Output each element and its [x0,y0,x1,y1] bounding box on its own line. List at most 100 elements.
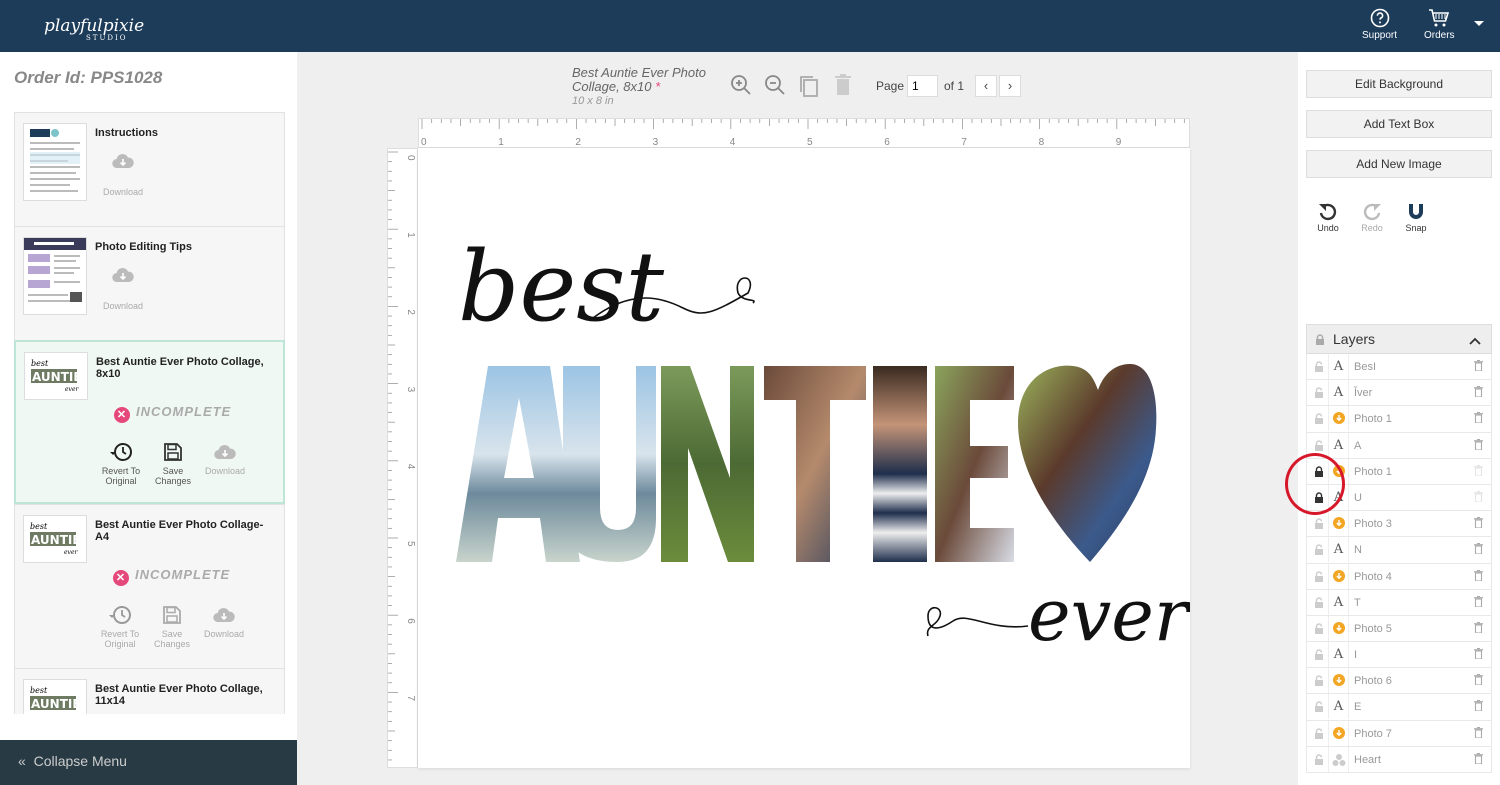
redo-button[interactable]: Redo [1354,202,1390,233]
trash-icon[interactable] [1474,621,1483,633]
text-layer-icon: A [1333,437,1344,453]
orders-button[interactable]: Orders [1424,8,1455,41]
trash-icon[interactable] [1474,517,1483,529]
unlock-icon[interactable] [1314,544,1324,556]
unlock-icon[interactable] [1314,754,1324,766]
trash-icon[interactable] [1474,360,1483,371]
download-button[interactable]: Download [200,442,250,476]
unlock-icon[interactable] [1314,649,1324,661]
collapse-menu-button[interactable]: « Collapse Menu [0,740,297,785]
save-changes-button[interactable]: Save Changes [147,605,197,649]
layer-row[interactable]: Photo 5 [1306,615,1492,643]
layer-row[interactable]: AA [1306,432,1492,459]
unlock-icon[interactable] [1314,387,1324,399]
support-button[interactable]: Support [1362,8,1397,41]
download-button[interactable]: Download [95,267,151,311]
account-dropdown-caret-icon[interactable] [1474,21,1484,26]
revert-button[interactable]: Revert To Original [95,605,145,649]
doc-size: 10 x 8 in [572,95,614,107]
unlock-icon[interactable] [1314,570,1324,583]
heart-photo[interactable] [1018,364,1157,562]
layer-type [1328,511,1349,537]
list-item-photo-editing-tips[interactable]: Photo Editing Tips Download [14,226,285,340]
download-button[interactable]: Download [95,153,151,197]
list-item-collage-a4[interactable]: best AUNTIE ever Best Auntie Ever Photo Co… [14,504,285,668]
trash-icon[interactable] [834,74,852,96]
trash-icon[interactable] [1474,464,1483,476]
chevron-up-icon[interactable] [1469,337,1481,345]
layer-row[interactable]: AI [1306,642,1492,669]
unlock-icon[interactable] [1314,623,1324,635]
layer-row[interactable]: A Ĭver [1306,380,1492,407]
undo-button[interactable]: Undo [1310,202,1346,233]
layer-row[interactable]: Photo 1 [1306,406,1492,433]
revert-button[interactable]: Revert To Original [96,442,146,486]
layers-header[interactable]: Layers [1306,324,1492,354]
zoom-out-icon[interactable] [764,74,786,96]
layer-name: Photo 1 [1354,413,1392,426]
save-changes-button[interactable]: Save Changes [148,442,198,486]
next-page-button[interactable]: › [999,75,1021,97]
unlock-icon[interactable] [1314,727,1324,740]
letter-a-photo[interactable] [456,366,580,562]
letter-e-photo[interactable] [935,366,1014,562]
layer-row[interactable]: Photo 6 [1306,668,1492,695]
duplicate-icon[interactable] [798,74,820,98]
trash-icon[interactable] [1474,595,1483,607]
trash-icon[interactable] [1474,569,1483,581]
layer-row[interactable]: AN [1306,537,1492,564]
unlock-icon[interactable] [1314,518,1324,530]
zoom-in-icon[interactable] [730,74,752,96]
highlight-circle-annotation [1285,453,1345,515]
product-list[interactable]: Instructions Download Photo Editing Tips… [14,112,285,714]
layer-row[interactable]: Heart [1306,746,1492,773]
ruler-label: 4 [730,137,736,148]
layer-type [1328,615,1349,641]
trash-icon[interactable] [1474,674,1483,686]
layer-row[interactable]: Photo 4 [1306,563,1492,590]
unlock-icon[interactable] [1314,597,1324,609]
snap-button[interactable]: Snap [1398,202,1434,233]
trash-icon[interactable] [1474,490,1483,502]
trash-icon[interactable] [1474,438,1483,450]
trash-icon[interactable] [1474,700,1483,712]
cart-icon [1429,9,1450,27]
edit-background-button[interactable]: Edit Background [1306,70,1492,98]
letter-u-photo[interactable] [563,366,656,562]
layer-row[interactable]: AT [1306,589,1492,616]
unlock-icon[interactable] [1314,701,1324,713]
letter-t-photo[interactable] [764,366,866,562]
layer-row[interactable]: AE [1306,694,1492,721]
unlock-icon[interactable] [1314,413,1324,425]
design-canvas[interactable]: best ever [418,148,1192,768]
letter-n-photo[interactable] [661,366,754,562]
trash-icon[interactable] [1474,648,1483,660]
add-new-image-button[interactable]: Add New Image [1306,150,1492,178]
unlock-icon[interactable] [1314,361,1324,373]
redo-label: Redo [1361,223,1383,233]
add-text-box-button[interactable]: Add Text Box [1306,110,1492,138]
letter-i-photo[interactable] [873,366,927,562]
layer-name: N [1354,544,1362,557]
trash-icon[interactable] [1474,752,1483,764]
unlock-icon[interactable] [1314,439,1324,452]
list-item-collage-8x10[interactable]: best AUNTIE ever Best Auntie Ever Photo Co… [14,340,285,504]
list-item-collage-11x14[interactable]: best AUNTIE Best Auntie Ever Photo Collag… [14,668,285,714]
page-number-input[interactable] [907,75,938,97]
status-badge: ✕ INCOMPLETE [114,404,231,423]
trash-icon[interactable] [1474,726,1483,738]
layer-row[interactable]: Photo 7 [1306,720,1492,747]
unlock-icon[interactable] [1314,675,1324,687]
prev-page-button[interactable]: ‹ [975,75,997,97]
layer-row[interactable]: Photo 3 [1306,511,1492,538]
download-button[interactable]: Download [199,605,249,639]
trash-icon[interactable] [1474,543,1483,555]
trash-icon[interactable] [1474,412,1483,424]
layer-row[interactable]: A BesI [1306,354,1492,381]
status-text: INCOMPLETE [135,567,231,582]
download-label: Download [102,187,144,197]
ever-swash [926,606,1029,637]
logo[interactable]: playfulpixie STUDIO [44,16,144,42]
trash-icon[interactable] [1474,386,1483,398]
list-item-instructions[interactable]: Instructions Download [14,112,285,226]
